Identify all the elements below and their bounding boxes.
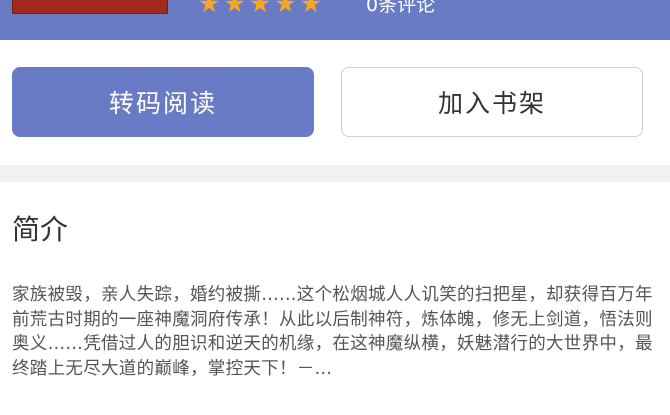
star-icon: ★ bbox=[248, 0, 272, 18]
add-to-bookshelf-button[interactable]: 加入书架 bbox=[341, 67, 643, 137]
star-icon: ★ bbox=[198, 0, 221, 18]
star-icon: ★ bbox=[223, 0, 246, 18]
intro-text[interactable]: 家族被毁，亲人失踪，婚约被撕……这个松烟城人人讥笑的扫把星，却获得百万年前荒古时… bbox=[12, 283, 654, 381]
review-count-link[interactable]: 0条评论 bbox=[366, 0, 435, 17]
book-cover-image[interactable] bbox=[12, 0, 168, 14]
star-icon: ★ bbox=[299, 0, 323, 18]
book-info-header: ★ ★ ★ ★ ★ 0条评论 bbox=[0, 0, 670, 40]
intro-section-title: 简介 bbox=[12, 213, 69, 246]
book-detail-page: ★ ★ ★ ★ ★ 0条评论 转码阅读 加入书架 简介 家族被毁，亲人失踪，婚约… bbox=[0, 0, 670, 415]
section-divider bbox=[0, 165, 670, 182]
transcode-read-button[interactable]: 转码阅读 bbox=[12, 67, 314, 137]
rating-stars: ★ ★ ★ ★ ★ bbox=[198, 0, 322, 16]
star-icon: ★ bbox=[274, 0, 297, 18]
